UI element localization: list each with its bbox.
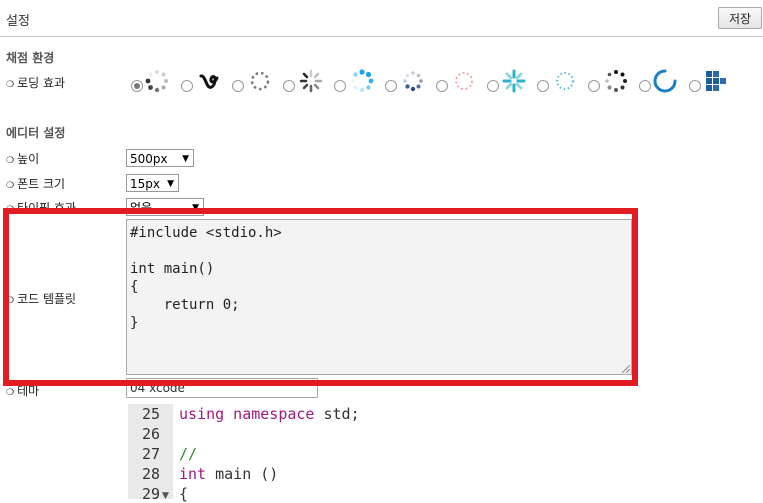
- bullet-icon: ❍: [6, 296, 15, 306]
- dashed-ring-icon: [250, 71, 270, 91]
- loading-radio-11[interactable]: [639, 80, 651, 92]
- resize-handle-icon[interactable]: [622, 365, 630, 373]
- height-select[interactable]: 500px ▼: [126, 149, 194, 167]
- blue-arc-icon: [653, 69, 677, 93]
- fold-arrow-icon[interactable]: ▼: [162, 491, 169, 501]
- loading-radio-3[interactable]: [232, 80, 244, 92]
- font-size-label: ❍ 폰트 크기: [6, 177, 66, 191]
- blue-dots-icon: [351, 69, 374, 92]
- code-template-label: ❍ 코드 템플릿: [6, 292, 77, 306]
- bars-spinner-icon: [299, 69, 323, 93]
- dots-ring-icon: [403, 71, 423, 92]
- code-template-textarea[interactable]: #include <stdio.h> int main() { return 0…: [126, 219, 632, 375]
- loading-radio-1[interactable]: [131, 80, 143, 92]
- code-line: {: [179, 485, 189, 503]
- cyan-burst-icon: [502, 69, 526, 93]
- code-line: int main (): [179, 465, 279, 483]
- height-label: ❍ 높이: [6, 152, 40, 166]
- save-button[interactable]: 저장: [718, 7, 762, 29]
- typing-effect-label: ❍ 타이핑 효과: [6, 201, 77, 215]
- line-number: 29: [141, 485, 160, 503]
- bullet-icon: ❍: [6, 181, 15, 191]
- dots-spinner-icon: [145, 70, 168, 93]
- loading-radio-2[interactable]: [181, 80, 193, 92]
- grading-section-title: 채점 환경: [6, 51, 55, 65]
- loading-radio-8[interactable]: [487, 80, 499, 92]
- swirl-icon: [199, 74, 219, 89]
- bullet-icon: ❍: [6, 205, 15, 215]
- loading-radio-9[interactable]: [537, 80, 549, 92]
- font-size-select[interactable]: 15px ▼: [126, 174, 179, 192]
- loading-radio-6[interactable]: [385, 80, 397, 92]
- page-title: 설정: [6, 14, 30, 29]
- dropdown-arrow-icon: ▼: [182, 154, 189, 164]
- header-divider: [0, 36, 763, 37]
- theme-label: ❍ 테마: [6, 384, 40, 398]
- blue-squares-icon: [706, 71, 726, 91]
- bullet-icon: ❍: [6, 80, 15, 90]
- loading-radio-4[interactable]: [283, 80, 295, 92]
- line-number: 28: [141, 465, 160, 483]
- red-ring-icon: [455, 72, 473, 90]
- bullet-icon: ❍: [6, 156, 15, 166]
- line-number: 27: [141, 445, 160, 463]
- dropdown-arrow-icon: ▼: [192, 203, 199, 213]
- loading-radio-10[interactable]: [588, 80, 600, 92]
- line-number: 25: [141, 405, 160, 423]
- loading-radio-5[interactable]: [334, 80, 346, 92]
- dropdown-arrow-icon: ▼: [167, 179, 174, 189]
- typing-effect-select[interactable]: 없음 ▼: [126, 198, 204, 216]
- loading-radio-12[interactable]: [689, 80, 701, 92]
- black-dots-icon: [605, 70, 627, 92]
- dots-circle-icon: [555, 71, 575, 91]
- code-line: using namespace std;: [179, 405, 360, 423]
- loading-radio-7[interactable]: [436, 80, 448, 92]
- editor-section-title: 에디터 설정: [6, 126, 66, 140]
- line-number: 26: [141, 425, 160, 443]
- bullet-icon: ❍: [6, 388, 15, 398]
- theme-input[interactable]: 04 xcode: [126, 378, 318, 398]
- loading-effect-label: ❍ 로딩 효과: [6, 76, 66, 90]
- code-line: //: [179, 445, 198, 463]
